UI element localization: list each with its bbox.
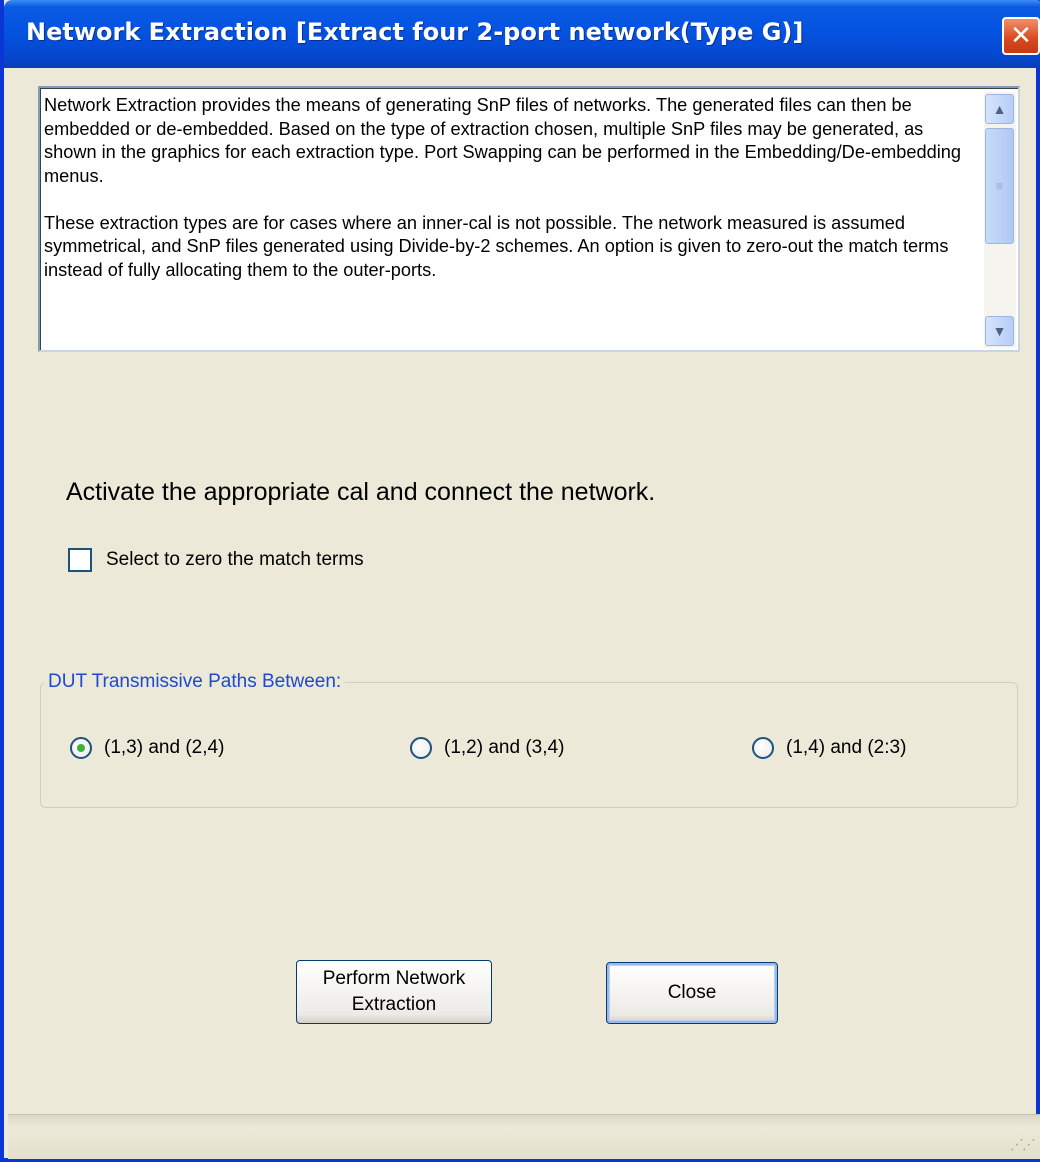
window-title: Network Extraction [Extract four 2-port …	[26, 18, 804, 46]
radio-button[interactable]	[410, 737, 432, 759]
radio-button[interactable]	[752, 737, 774, 759]
description-textbox[interactable]: Network Extraction provides the means of…	[38, 86, 1020, 352]
zero-match-label[interactable]: Select to zero the match terms	[106, 549, 364, 571]
radio-button-selected[interactable]	[70, 737, 92, 759]
status-bar: ⋰⋰	[8, 1114, 1040, 1159]
description-paragraph: Network Extraction provides the means of…	[44, 95, 961, 186]
scroll-down-arrow-icon[interactable]: ▼	[985, 316, 1014, 346]
radio-label[interactable]: (1,3) and (2,4)	[104, 737, 224, 759]
radio-option-14-23[interactable]: (1,4) and (2:3)	[752, 734, 906, 762]
radio-label[interactable]: (1,2) and (3,4)	[444, 737, 564, 759]
description-text: Network Extraction provides the means of…	[44, 94, 974, 306]
perform-extraction-button[interactable]: Perform Network Extraction	[296, 960, 492, 1024]
radio-label[interactable]: (1,4) and (2:3)	[786, 737, 906, 759]
description-paragraph: These extraction types are for cases whe…	[44, 212, 949, 280]
dialog-window: Network Extraction [Extract four 2-port …	[0, 0, 1040, 1162]
radio-option-12-34[interactable]: (1,2) and (3,4)	[410, 734, 564, 762]
resize-grip-icon[interactable]: ⋰⋰	[1010, 1136, 1036, 1153]
close-window-icon[interactable]: ✕	[1002, 17, 1040, 55]
scroll-up-arrow-icon[interactable]: ▲	[985, 94, 1014, 124]
zero-match-option[interactable]: Select to zero the match terms	[68, 546, 364, 574]
zero-match-checkbox[interactable]	[68, 548, 92, 572]
close-button[interactable]: Close	[606, 962, 778, 1024]
vertical-scrollbar[interactable]: ▲ ≡ ▼	[984, 92, 1016, 348]
title-bar[interactable]: Network Extraction [Extract four 2-port …	[4, 0, 1040, 68]
instruction-text: Activate the appropriate cal and connect…	[66, 478, 656, 506]
radio-option-13-24[interactable]: (1,3) and (2,4)	[70, 734, 224, 762]
scroll-thumb[interactable]: ≡	[985, 128, 1014, 244]
group-legend: DUT Transmissive Paths Between:	[44, 671, 346, 693]
